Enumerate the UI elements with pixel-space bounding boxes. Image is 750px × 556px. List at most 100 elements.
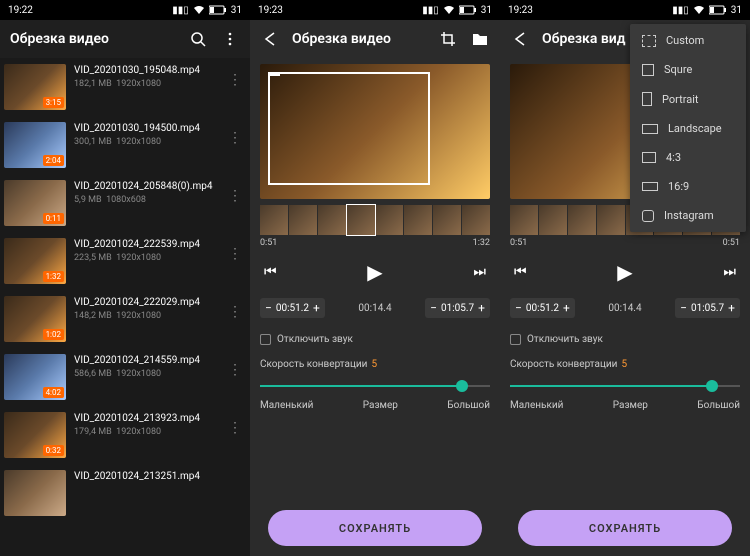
editor-body: 0:51 1:32 ⏮ ▶ ⏭ −00:51.2+ 00:14.4 −01:05… [250, 64, 500, 411]
play-icon[interactable]: ▶ [367, 260, 382, 284]
list-item[interactable]: 1:32 VID_20201024_222539.mp4 223,5 MB 19… [0, 232, 250, 290]
trim-row: −00:51.2+ 00:14.4 −01:05.7+ [510, 298, 740, 318]
crop-option-portrait[interactable]: Portrait [630, 84, 746, 114]
row-menu-icon[interactable]: ⋮ [224, 412, 246, 444]
crop-option-square[interactable]: Squre [630, 55, 746, 84]
mute-checkbox[interactable] [510, 334, 521, 345]
speed-label: Скорость конвертации [510, 359, 617, 370]
row-menu-icon[interactable]: ⋮ [224, 354, 246, 386]
crop-option-4-3[interactable]: 4:3 [630, 143, 746, 172]
video-filename: VID_20201024_205848(0).mp4 [74, 180, 216, 193]
status-time: 19:23 [258, 5, 283, 16]
list-item[interactable]: 3:15 VID_20201030_195048.mp4 182,1 MB 19… [0, 58, 250, 116]
plus-icon[interactable]: + [313, 301, 320, 315]
mute-row[interactable]: Отключить звук [260, 334, 490, 345]
skip-start-icon[interactable]: ⏮ [514, 264, 527, 280]
list-item[interactable]: 0:11 VID_20201024_205848(0).mp4 5,9 MB 1… [0, 174, 250, 232]
battery-icon [209, 5, 227, 15]
list-item[interactable]: 4:02 VID_20201024_214559.mp4 586,6 MB 19… [0, 348, 250, 406]
minus-icon[interactable]: − [430, 301, 437, 315]
status-bar: 19:22 ▮▮▯ 31 [0, 0, 250, 20]
video-filename: VID_20201024_214559.mp4 [74, 354, 216, 367]
crop-aspect-menu: Custom Squre Portrait Landscape 4:3 16:9… [630, 24, 746, 232]
video-filename: VID_20201030_195048.mp4 [74, 64, 216, 77]
timeline[interactable] [260, 205, 490, 235]
list-item[interactable]: 2:04 VID_20201030_194500.mp4 300,1 MB 19… [0, 116, 250, 174]
minus-icon[interactable]: − [515, 301, 522, 315]
trim-right[interactable]: −01:05.7+ [675, 298, 740, 318]
speed-slider[interactable] [510, 378, 740, 394]
row-menu-icon[interactable]: ⋮ [224, 180, 246, 212]
timeline-end: 1:32 [473, 238, 490, 248]
speed-slider[interactable] [260, 378, 490, 394]
play-icon[interactable]: ▶ [617, 260, 632, 284]
slider-thumb[interactable] [456, 380, 468, 392]
video-filename: VID_20201024_213923.mp4 [74, 412, 216, 425]
page-title: Обрезка видео [292, 31, 426, 47]
video-info: VID_20201024_214559.mp4 586,6 MB 1920x10… [74, 354, 216, 379]
crop-option-custom[interactable]: Custom [630, 26, 746, 55]
speed-row: Скорость конвертации5 [510, 359, 740, 370]
plus-icon[interactable]: + [563, 301, 570, 315]
video-thumb: 2:04 [4, 122, 66, 168]
folder-icon[interactable] [470, 29, 490, 49]
list-item[interactable]: 1:02 VID_20201024_222029.mp4 148,2 MB 19… [0, 290, 250, 348]
save-button[interactable]: СОХРАНЯТЬ [268, 510, 482, 546]
crop-option-instagram[interactable]: Instagram [630, 201, 746, 230]
trim-left[interactable]: −00:51.2+ [260, 298, 325, 318]
row-menu-icon[interactable]: ⋮ [224, 122, 246, 154]
list-item[interactable]: 0:32 VID_20201024_213923.mp4 179,4 MB 19… [0, 406, 250, 464]
size-small-label: Маленький [260, 400, 313, 411]
crop-option-16-9[interactable]: 16:9 [630, 172, 746, 201]
video-meta: 148,2 MB 1920x1080 [74, 311, 216, 321]
timeline-labels: 0:51 0:51 [510, 238, 740, 248]
trim-right[interactable]: −01:05.7+ [425, 298, 490, 318]
crop-icon[interactable] [438, 29, 458, 49]
row-menu-icon[interactable]: ⋮ [224, 238, 246, 270]
menu-icon[interactable] [220, 29, 240, 49]
speed-row: Скорость конвертации5 [260, 359, 490, 370]
status-bar: 19:23 ▮▮▯ 31 [250, 0, 500, 20]
status-time: 19:23 [508, 5, 533, 16]
minus-icon[interactable]: − [680, 301, 687, 315]
status-icons: ▮▮▯ 31 [672, 5, 742, 16]
status-bar: 19:23 ▮▮▯ 31 [500, 0, 750, 20]
save-button[interactable]: СОХРАНЯТЬ [518, 510, 732, 546]
search-icon[interactable] [188, 29, 208, 49]
signal-icon: ▮▮▯ [672, 5, 689, 16]
video-meta: 182,1 MB 1920x1080 [74, 79, 216, 89]
timeline-labels: 0:51 1:32 [260, 238, 490, 248]
wifi-icon [193, 5, 205, 15]
trim-left[interactable]: −00:51.2+ [510, 298, 575, 318]
status-icons: ▮▮▯ 31 [422, 5, 492, 16]
video-thumb: 0:32 [4, 412, 66, 458]
play-controls: ⏮ ▶ ⏭ [260, 260, 490, 284]
duration-badge: 2:04 [43, 155, 64, 166]
row-menu-icon[interactable]: ⋮ [224, 296, 246, 328]
slider-thumb[interactable] [706, 380, 718, 392]
crop-option-landscape[interactable]: Landscape [630, 114, 746, 143]
size-large-label: Большой [447, 400, 490, 411]
minus-icon[interactable]: − [265, 301, 272, 315]
video-thumb: 1:02 [4, 296, 66, 342]
skip-start-icon[interactable]: ⏮ [264, 264, 277, 280]
size-large-label: Большой [697, 400, 740, 411]
video-filename: VID_20201024_222029.mp4 [74, 296, 216, 309]
back-icon[interactable] [510, 29, 530, 49]
skip-end-icon[interactable]: ⏭ [473, 264, 486, 280]
phone-editor-crop-menu-screen: 19:23 ▮▮▯ 31 Обрезка вид Custom Squre Po… [500, 0, 750, 556]
video-info: VID_20201030_195048.mp4 182,1 MB 1920x10… [74, 64, 216, 89]
back-icon[interactable] [260, 29, 280, 49]
video-filename: VID_20201030_194500.mp4 [74, 122, 216, 135]
video-preview[interactable] [260, 64, 490, 199]
battery-pct: 31 [231, 5, 242, 16]
plus-icon[interactable]: + [728, 301, 735, 315]
plus-icon[interactable]: + [478, 301, 485, 315]
mute-checkbox[interactable] [260, 334, 271, 345]
mute-row[interactable]: Отключить звук [510, 334, 740, 345]
list-item[interactable]: VID_20201024_213251.mp4 [0, 464, 250, 522]
skip-end-icon[interactable]: ⏭ [723, 264, 736, 280]
row-menu-icon[interactable]: ⋮ [224, 64, 246, 96]
trim-duration: 00:14.4 [608, 303, 641, 314]
crop-frame[interactable] [268, 72, 430, 185]
